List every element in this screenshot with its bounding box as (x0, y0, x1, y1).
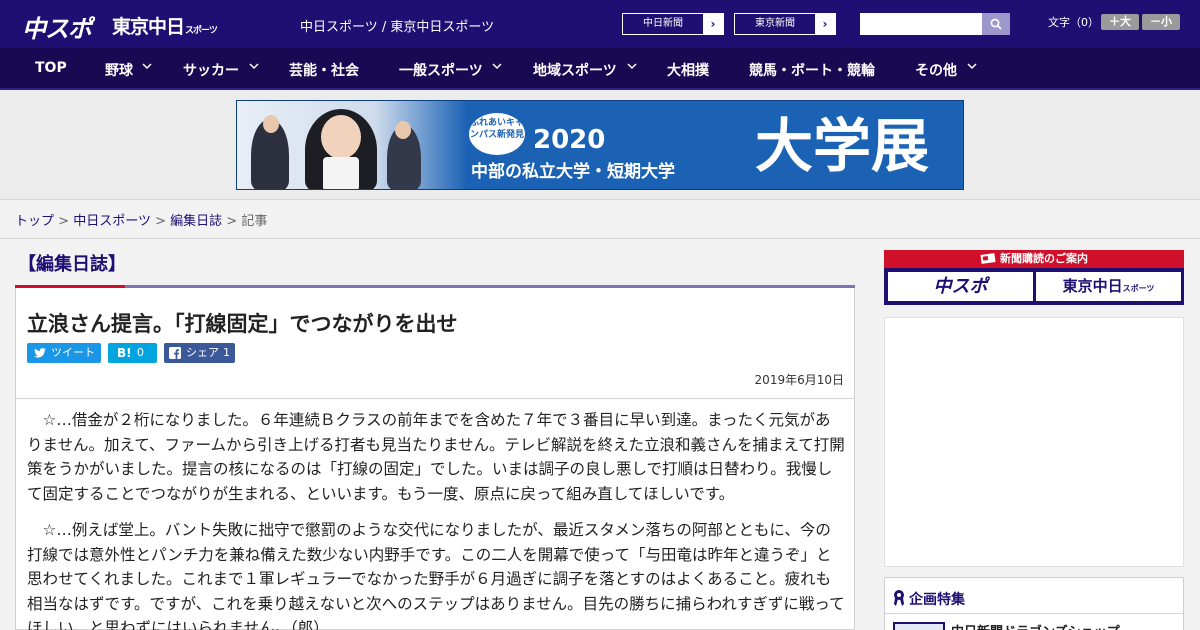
chevron-down-icon[interactable] (249, 62, 259, 70)
chunichi-shimbun-link[interactable]: 中日新聞 › (622, 13, 724, 35)
article-separator (16, 398, 854, 399)
feature-heading: 企画特集 (893, 586, 965, 609)
banner-area: ふれあいキャンパス新発見 2020 中部の私立大学・短期大学 大学展 (0, 90, 1200, 200)
subscribe-tokyo-chunichi-label: 東京中日 (1062, 277, 1123, 295)
article-body: ☆…借金が２桁になりました。６年連続Ｂクラスの前年までを含めた７年で３番目に早い… (27, 408, 845, 630)
hatena-count: 0 (137, 346, 144, 359)
article-card: 立浪さん提言。「打線固定」でつながりを出せ ツイート B! 0 シェア 1 20… (15, 288, 855, 630)
subscribe-chuspo-link[interactable]: 中スポ (888, 272, 1033, 301)
hatena-icon: B! (117, 346, 132, 360)
twitter-icon (34, 348, 46, 358)
subscription-heading[interactable]: 新聞購読のご案内 (884, 250, 1184, 268)
breadcrumb-editorial-diary[interactable]: 編集日誌 (170, 214, 222, 229)
nav-item-local-sports[interactable]: 地域スポーツ (533, 60, 617, 80)
tokyo-chunichi-logo-text: 東京中日 (112, 16, 185, 38)
banner-year: 2020 (533, 125, 606, 155)
chevron-down-icon[interactable] (627, 62, 637, 70)
sidebar-ad-slot (884, 317, 1184, 567)
ribbon-icon (894, 590, 904, 606)
chevron-down-icon[interactable] (142, 62, 152, 70)
chevron-right-icon: › (815, 14, 835, 34)
university-fair-banner[interactable]: ふれあいキャンパス新発見 2020 中部の私立大学・短期大学 大学展 (236, 100, 964, 190)
font-smaller-button[interactable]: －小 (1142, 14, 1180, 30)
font-size-label: 文字（0） (1048, 16, 1099, 29)
newspaper-icon (980, 253, 996, 264)
facebook-share-count: 1 (223, 346, 230, 359)
top-header: 中スポ 東京中日スポーツ 中日スポーツ / 東京中日スポーツ 中日新聞 › 東京… (0, 0, 1200, 48)
nav-item-soccer[interactable]: サッカー (183, 60, 239, 80)
banner-photo (237, 101, 467, 189)
chuspo-logo[interactable]: 中スポ (22, 9, 92, 44)
breadcrumb-separator: > (226, 214, 238, 229)
hatena-bookmark-button[interactable]: B! 0 (108, 343, 157, 363)
nav-item-entertainment[interactable]: 芸能・社会 (289, 60, 359, 80)
banner-badge: ふれあいキャンパス新発見 (469, 113, 525, 155)
breadcrumb-divider (0, 238, 1200, 239)
nav-item-sumo[interactable]: 大相撲 (667, 60, 709, 80)
feature-box: 企画特集 中日新聞ドラゴンズショップ (884, 577, 1184, 630)
nav-item-baseball[interactable]: 野球 (105, 60, 133, 80)
facebook-icon (169, 347, 181, 359)
font-larger-button[interactable]: ＋大 (1101, 14, 1139, 30)
article-title: 立浪さん提言。「打線固定」でつながりを出せ (27, 312, 458, 336)
nav-item-racing[interactable]: 競馬・ボート・競輪 (749, 60, 875, 80)
tokyo-chunichi-logo-sub: スポーツ (185, 26, 218, 36)
subscription-heading-label: 新聞購読のご案内 (1000, 252, 1088, 265)
nav-item-general-sports[interactable]: 一般スポーツ (399, 60, 483, 80)
breadcrumb-separator: > (155, 214, 166, 229)
tweet-button[interactable]: ツイート (27, 343, 101, 363)
feature-heading-label: 企画特集 (909, 592, 965, 608)
breadcrumb-current: 記事 (241, 214, 268, 229)
search-button[interactable] (982, 13, 1010, 35)
article-date: 2019年6月10日 (754, 373, 844, 387)
search-input[interactable] (860, 13, 982, 35)
facebook-share-label: シェア (186, 346, 219, 359)
subscription-box: 新聞購読のご案内 中スポ 東京中日スポーツ (884, 250, 1184, 305)
feature-item-dragons-shop[interactable]: 中日新聞ドラゴンズショップ (951, 621, 1120, 630)
article-paragraph: ☆…借金が２桁になりました。６年連続Ｂクラスの前年までを含めた７年で３番目に早い… (27, 411, 845, 503)
banner-subtitle: 中部の私立大学・短期大学 (471, 162, 675, 182)
banner-headline: 大学展 (754, 112, 929, 180)
nav-item-top[interactable]: TOP (35, 60, 67, 76)
breadcrumb: トップ > 中日スポーツ > 編集日誌 > 記事 (15, 210, 267, 229)
breadcrumb-separator: > (58, 214, 70, 229)
breadcrumb-top[interactable]: トップ (15, 214, 54, 229)
dragons-shop-thumbnail[interactable] (893, 622, 945, 630)
chevron-down-icon[interactable] (967, 62, 977, 70)
chevron-right-icon: › (703, 14, 723, 34)
nav-item-others[interactable]: その他 (915, 60, 957, 80)
search-icon (990, 18, 1002, 30)
tokyo-shimbun-label: 東京新聞 (755, 18, 795, 29)
feature-separator (885, 613, 1183, 614)
breadcrumb-chunichi-sports[interactable]: 中日スポーツ (73, 214, 151, 229)
tokyo-chunichi-logo[interactable]: 東京中日スポーツ (112, 12, 218, 39)
tokyo-shimbun-link[interactable]: 東京新聞 › (734, 13, 836, 35)
chunichi-shimbun-label: 中日新聞 (643, 18, 683, 29)
facebook-share-button[interactable]: シェア 1 (164, 343, 235, 363)
subscribe-tokyo-chunichi-sub: スポーツ (1122, 284, 1155, 293)
subscribe-tokyo-chunichi-link[interactable]: 東京中日スポーツ (1036, 272, 1181, 301)
tweet-label: ツイート (51, 346, 95, 359)
section-title: 【編集日誌】 (18, 254, 126, 275)
main-nav: TOP 野球 サッカー 芸能・社会 一般スポーツ 地域スポーツ 大相撲 競馬・ボ… (0, 48, 1200, 90)
chevron-down-icon[interactable] (492, 62, 502, 70)
site-name: 中日スポーツ / 東京中日スポーツ (300, 20, 495, 35)
article-paragraph: ☆…例えば堂上。バント失敗に拙守で懲罰のような交代になりましたが、最近スタメン落… (27, 521, 845, 630)
